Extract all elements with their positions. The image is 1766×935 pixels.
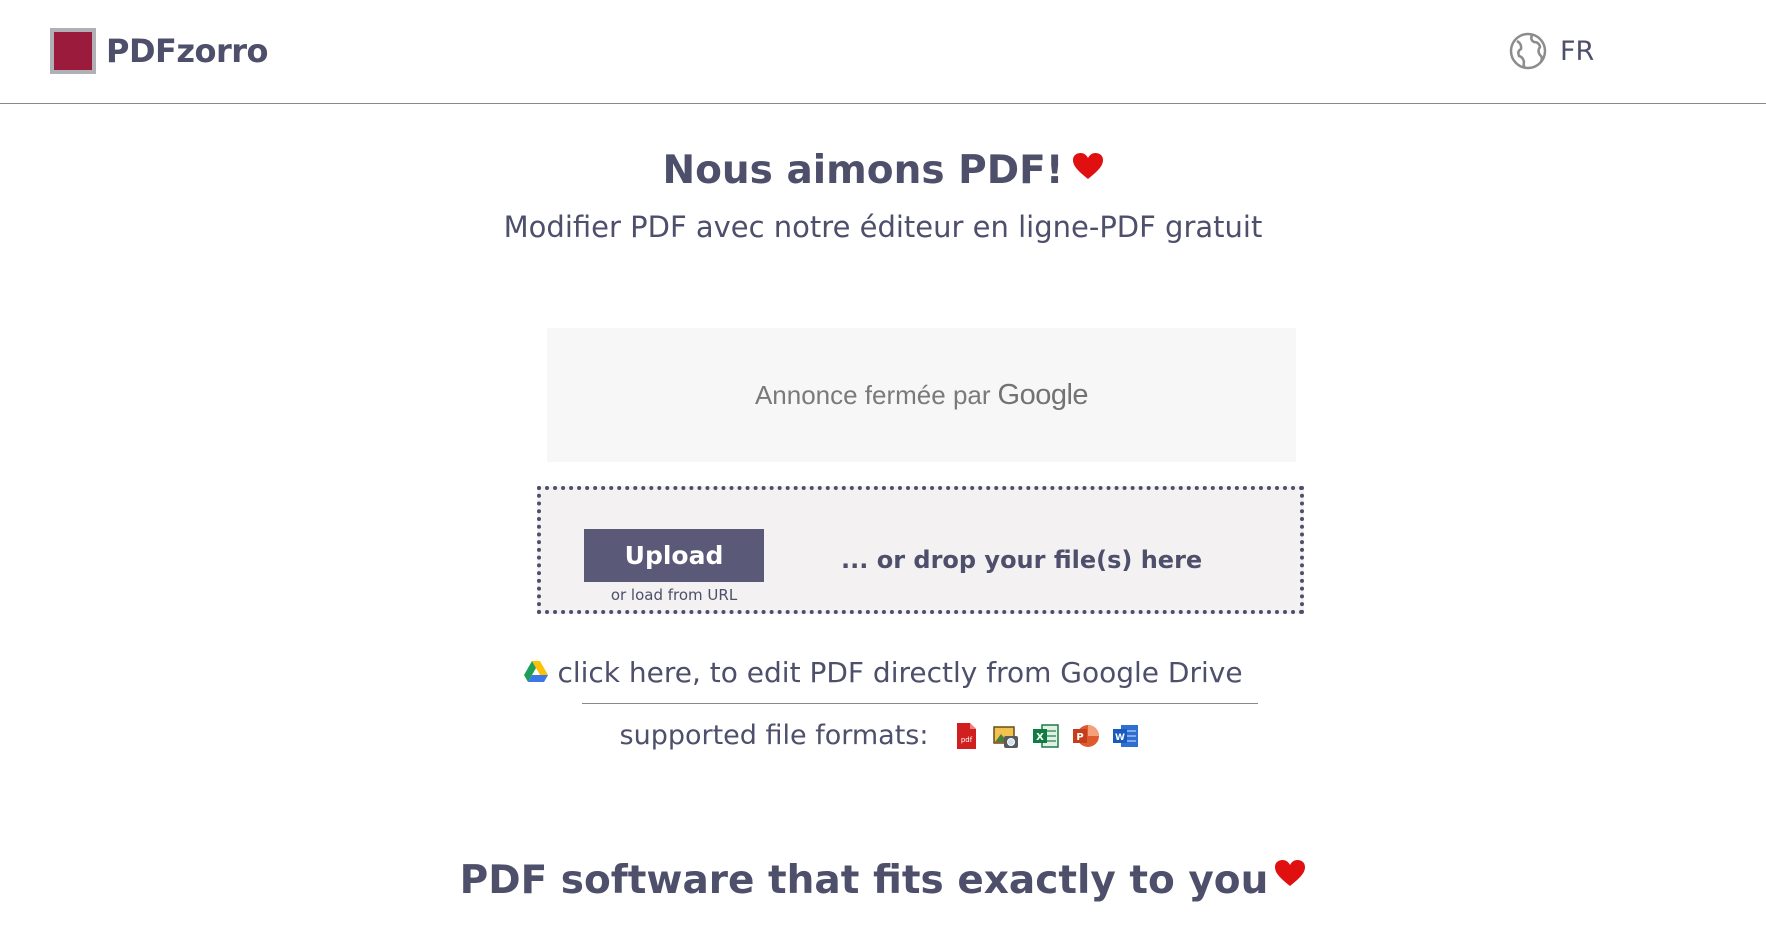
ad-closed-text: Annonce fermée par [754, 379, 991, 410]
word-icon: W [1113, 724, 1139, 747]
excel-icon: X [1033, 723, 1060, 748]
image-icon [993, 725, 1019, 748]
heart-icon [1275, 860, 1306, 886]
svg-text:X: X [1037, 732, 1045, 743]
drop-files-text: ... or drop your file(s) here [841, 546, 1203, 574]
heart-icon [1072, 153, 1103, 179]
svg-text:W: W [1116, 733, 1126, 743]
bottom-heading-text: PDF software that fits exactly to you [459, 858, 1269, 903]
logo-link[interactable]: PDFzorro [50, 28, 269, 74]
language-selector[interactable]: FR [1508, 30, 1594, 72]
language-code: FR [1560, 35, 1595, 67]
file-drop-zone[interactable]: Upload or load from URL ... or drop your… [537, 486, 1304, 614]
hero-title-text: Nous aimons PDF! [662, 148, 1064, 193]
upload-button[interactable]: Upload [584, 529, 764, 582]
google-drive-link[interactable]: click here, to edit PDF directly from Go… [0, 656, 1766, 689]
google-drive-text: click here, to edit PDF directly from Go… [557, 656, 1243, 689]
powerpoint-icon: P [1073, 724, 1100, 747]
hero-subtitle: Modifier PDF avec notre éditeur en ligne… [503, 210, 1263, 244]
logo-square-icon [50, 28, 96, 74]
load-from-url-link[interactable]: or load from URL [584, 586, 764, 604]
ad-brand-name: Google [997, 378, 1089, 411]
bottom-heading: PDF software that fits exactly to you [0, 858, 1766, 903]
logo-text: PDFzorro [106, 32, 269, 70]
formats-label: supported file formats: [619, 720, 929, 751]
site-header: PDFzorro FR [0, 0, 1766, 104]
google-drive-icon [524, 661, 549, 682]
ad-placeholder: Annonce fermée par Google [547, 328, 1296, 462]
svg-text:pdf: pdf [961, 736, 973, 744]
divider-line [582, 703, 1258, 704]
svg-text:P: P [1077, 732, 1084, 743]
hero-title: Nous aimons PDF! [0, 148, 1766, 193]
pdf-icon: pdf [957, 722, 977, 749]
supported-formats: supported file formats: pdf X P W [0, 720, 1766, 751]
globe-icon [1509, 32, 1547, 70]
